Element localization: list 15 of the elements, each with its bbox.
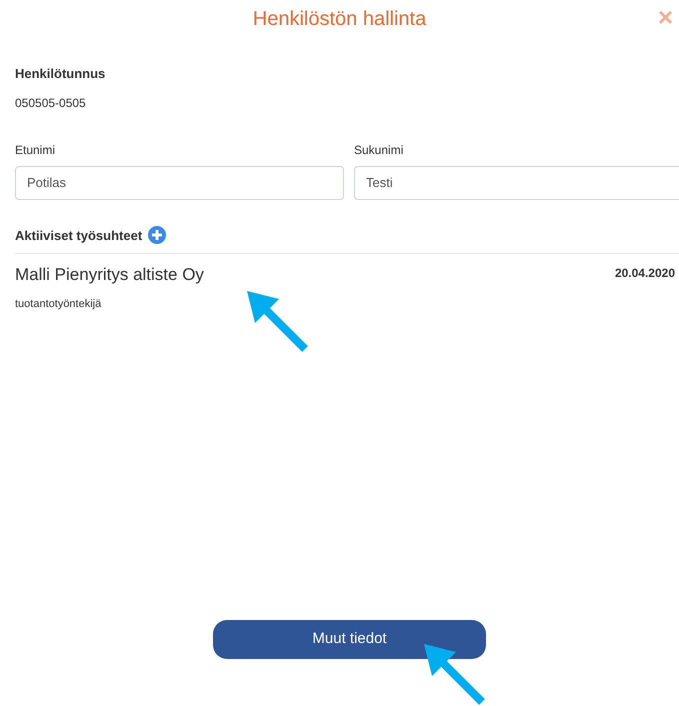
first-name-field[interactable]: Potilas: [15, 166, 344, 200]
field-label: Henkilötunnus: [15, 65, 106, 83]
last-name-field[interactable]: Testi: [354, 166, 679, 200]
more-info-button[interactable]: Muut tiedot: [213, 620, 486, 659]
add-icon[interactable]: [148, 226, 166, 244]
arrow-icon: [247, 291, 308, 352]
job-title: tuotantotyöntekijä: [15, 296, 102, 312]
field-label: Etunimi: [15, 142, 56, 158]
section-heading: Aktiiviset työsuhteet: [15, 226, 142, 245]
company-name: Malli Pienyritys altiste Oy: [15, 264, 204, 286]
arrow-icon: [424, 644, 485, 705]
employment-date: 20.04.2020: [614, 265, 675, 282]
id-value: 050505-0505: [15, 94, 87, 112]
dialog-title: Henkilöstön hallinta: [252, 7, 426, 32]
field-label: Sukunimi: [354, 142, 404, 158]
